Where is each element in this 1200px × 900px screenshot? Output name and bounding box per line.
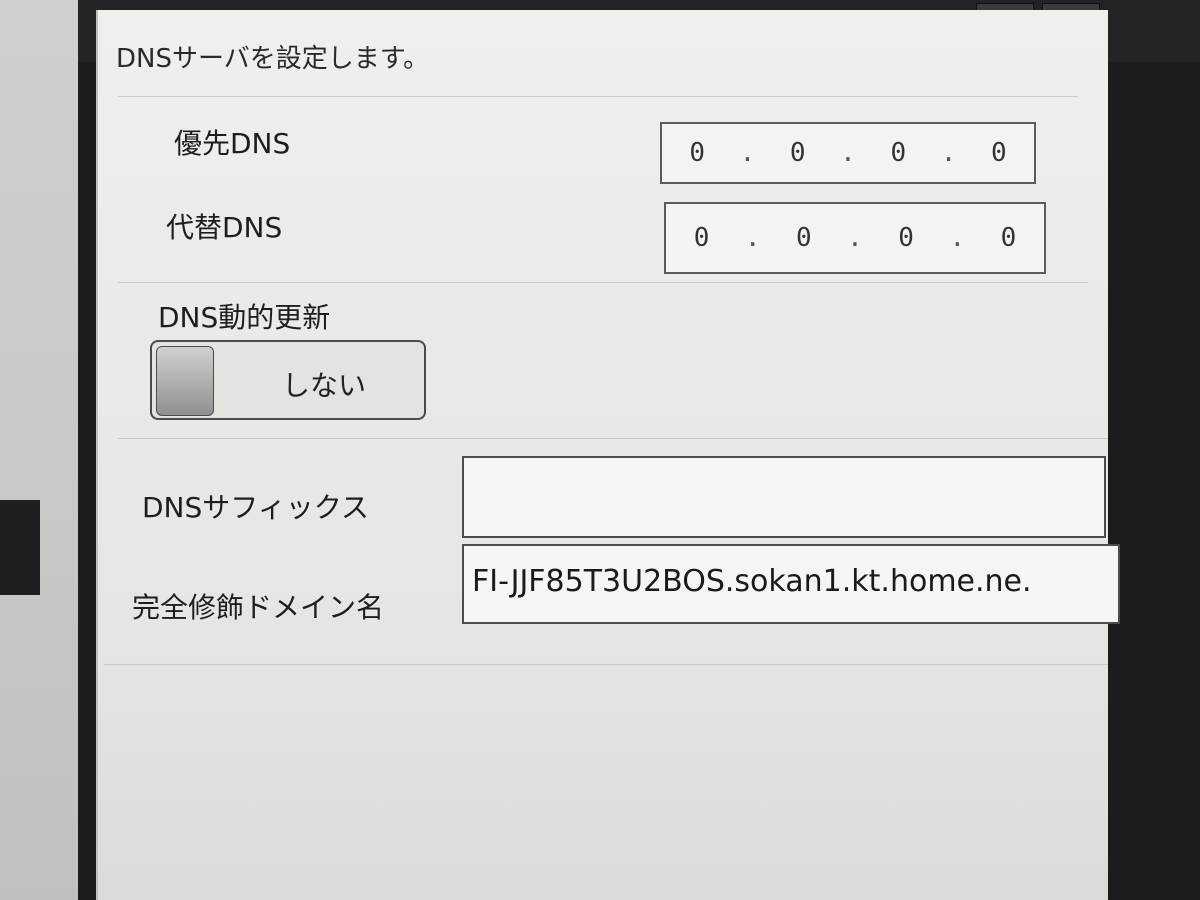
divider bbox=[118, 282, 1088, 283]
preferred-dns-octet-4[interactable]: 0 bbox=[991, 138, 1007, 168]
screen: ? DNSサーバを設定します。 優先DNS 0 bbox=[0, 0, 1200, 900]
alternate-dns-label: 代替DNS bbox=[166, 211, 283, 244]
toggle-value: しない bbox=[282, 369, 367, 402]
alternate-dns-octet-3[interactable]: 0 bbox=[898, 223, 914, 253]
divider bbox=[118, 438, 1108, 439]
dns-suffix-field[interactable] bbox=[462, 456, 1106, 538]
fqdn-label: 完全修飾ドメイン名 bbox=[132, 591, 385, 624]
alternate-dns-field[interactable]: 0 . 0 . 0 . 0 bbox=[664, 202, 1046, 274]
alternate-dns-octet-2[interactable]: 0 bbox=[796, 223, 812, 253]
alternate-dns-octet-4[interactable]: 0 bbox=[1001, 223, 1017, 253]
preferred-dns-octet-1[interactable]: 0 bbox=[689, 138, 705, 168]
preferred-dns-field[interactable]: 0 . 0 . 0 . 0 bbox=[660, 122, 1036, 184]
dns-suffix-label: DNSサフィックス bbox=[142, 491, 369, 524]
toggle-knob[interactable] bbox=[156, 346, 214, 416]
divider bbox=[104, 664, 1108, 665]
dns-settings-panel: DNSサーバを設定します。 優先DNS 0 . 0 . 0 . 0 代替DNS … bbox=[96, 10, 1120, 900]
preferred-dns-octet-3[interactable]: 0 bbox=[890, 138, 906, 168]
left-bezel bbox=[0, 0, 78, 900]
preferred-dns-octet-2[interactable]: 0 bbox=[790, 138, 806, 168]
divider bbox=[118, 96, 1078, 97]
alternate-dns-octet-1[interactable]: 0 bbox=[694, 223, 710, 253]
left-dark-tab bbox=[0, 500, 40, 595]
fqdn-field[interactable]: FI-JJF85T3U2BOS.sokan1.kt.home.ne. bbox=[462, 544, 1120, 624]
dynamic-update-label: DNS動的更新 bbox=[158, 301, 331, 334]
dynamic-update-toggle[interactable]: しない bbox=[150, 340, 426, 420]
panel-title: DNSサーバを設定します。 bbox=[116, 44, 430, 74]
preferred-dns-label: 優先DNS bbox=[174, 127, 291, 160]
